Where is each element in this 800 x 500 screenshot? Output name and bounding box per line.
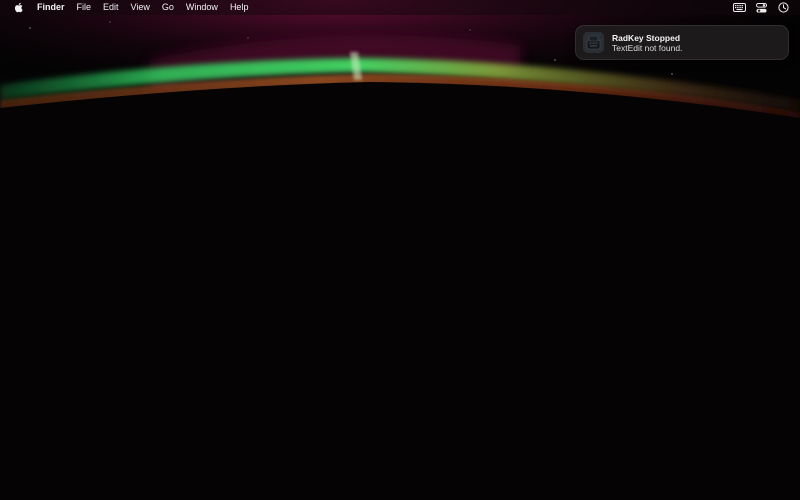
apple-logo-icon (14, 2, 23, 13)
menu-bar: Finder File Edit View Go Window Help (0, 0, 800, 15)
menu-file[interactable]: File (71, 0, 98, 15)
notification-banner[interactable]: RadKey Stopped TextEdit not found. (575, 25, 789, 60)
menu-app-finder[interactable]: Finder (34, 0, 71, 15)
status-area (732, 0, 790, 15)
notification-text: RadKey Stopped TextEdit not found. (612, 33, 682, 53)
menu-help[interactable]: Help (224, 0, 255, 15)
notification-title: RadKey Stopped (612, 32, 681, 43)
keyboard-icon[interactable] (732, 2, 746, 14)
aurora-wallpaper (0, 0, 800, 500)
apple-menu[interactable] (11, 0, 25, 15)
menu-go[interactable]: Go (156, 0, 180, 15)
menu-window[interactable]: Window (180, 0, 224, 15)
desktop[interactable]: Finder File Edit View Go Window Help Rad… (0, 0, 800, 500)
menu-edit[interactable]: Edit (97, 0, 125, 15)
menu-view[interactable]: View (125, 0, 156, 15)
control-center-icon[interactable] (754, 2, 768, 14)
notification-body: TextEdit not found. (612, 42, 683, 53)
clock-icon[interactable] (776, 2, 790, 14)
radkey-app-icon (583, 32, 604, 53)
